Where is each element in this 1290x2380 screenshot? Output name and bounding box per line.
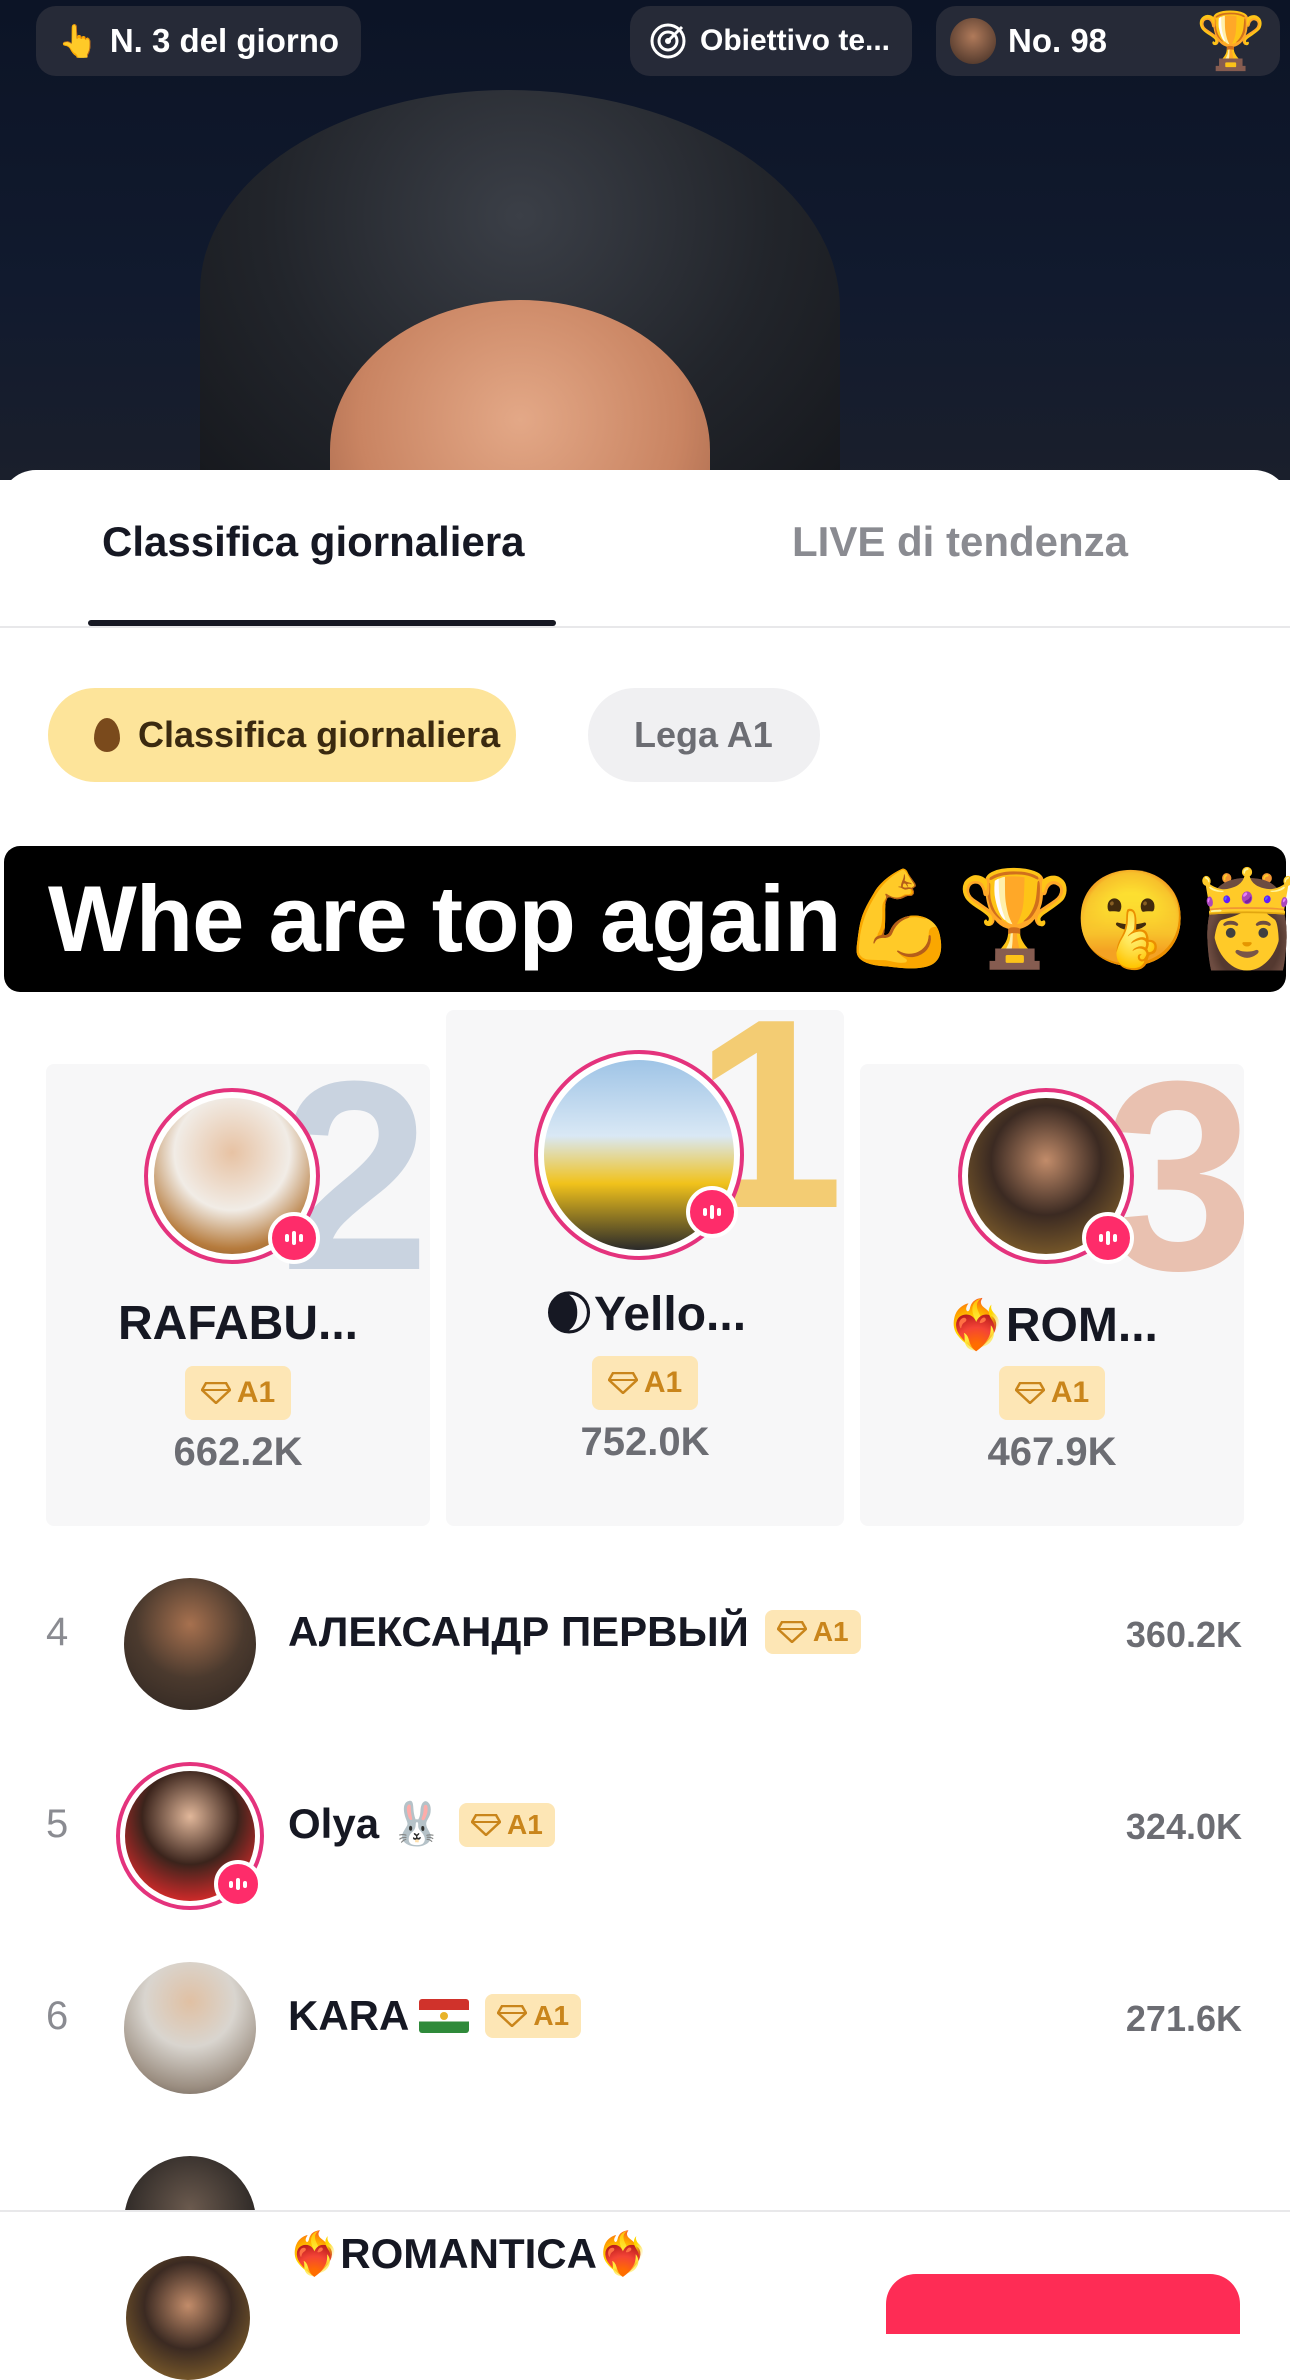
live-indicator-icon	[268, 1212, 320, 1264]
row-name: KARA	[288, 1992, 410, 2039]
podium-card-rank-3[interactable]: 3 ❤️‍🔥ROM... A1 467.9K	[860, 1064, 1244, 1526]
diamond-icon	[497, 2005, 528, 2027]
podium-card-rank-2[interactable]: 2 RAFABU... A1 662.2K	[46, 1064, 430, 1526]
badge-label: A1	[1050, 1376, 1090, 1409]
rank-label: No. 98	[1008, 22, 1108, 59]
filter-daily-ranking[interactable]: Classifica giornaliera	[48, 688, 516, 782]
row-rank: 6	[46, 1994, 69, 2038]
daily-rank-pill[interactable]: 👆 N. 3 del giorno	[36, 6, 362, 76]
podium-name: 🌒Yello...	[543, 1288, 747, 1341]
badge-label: A1	[812, 1616, 849, 1647]
avatar[interactable]	[124, 1962, 256, 2094]
host-mini-avatar	[950, 18, 996, 64]
badge-wrapper: A1	[446, 1356, 844, 1410]
flame-icon: 👆	[58, 23, 98, 59]
trophy-icon: 🏆	[1196, 9, 1266, 72]
list-item[interactable]: 4 АЛЕКСАНДР ПЕРВЫЙ A1 360.2K	[0, 1556, 1290, 1736]
diamond-icon	[607, 1372, 638, 1394]
row-rank: 5	[46, 1802, 69, 1846]
league-badge: A1	[184, 1366, 292, 1420]
tab-trending-live[interactable]: LIVE di tendenza	[792, 518, 1128, 566]
list-item[interactable]: 6 KARA A1 271.6K	[0, 1940, 1290, 2120]
podium-name: ❤️‍🔥ROM...	[946, 1299, 1158, 1352]
row-score: 360.2K	[1125, 1614, 1242, 1655]
podium-name: RAFABU...	[118, 1297, 358, 1350]
goal-label: Obiettivo te...	[700, 24, 891, 57]
badge-label: A1	[533, 2000, 570, 2031]
filter-league-a1[interactable]: Lega A1	[588, 688, 820, 782]
row-name-group: Olya 🐰 A1	[288, 1800, 555, 1849]
badge-label: A1	[507, 1808, 543, 1840]
row-name-group: АЛЕКСАНДР ПЕРВЫЙ A1	[288, 1608, 861, 1656]
diamond-icon	[776, 1621, 807, 1643]
avatar[interactable]	[116, 1762, 264, 1910]
tajikistan-flag-icon	[419, 1999, 470, 2033]
badge-wrapper: A1	[860, 1366, 1244, 1420]
row-name: АЛЕКСАНДР ПЕРВЫЙ	[288, 1608, 749, 1655]
row-rank: 4	[46, 1610, 69, 1654]
list-item[interactable]: 5 Olya 🐰 A1 324.0K	[0, 1748, 1290, 1928]
tab-daily-ranking[interactable]: Classifica giornaliera	[102, 518, 525, 566]
goal-pill[interactable]: Obiettivo te...	[630, 6, 912, 76]
rank-pill[interactable]: No. 98 🏆	[936, 6, 1280, 76]
caption-text: Whe are top again💪🏆🤫👸	[48, 866, 1290, 971]
filter-daily-label: Classifica giornaliera	[138, 714, 501, 755]
avatar[interactable]	[124, 1578, 256, 1710]
badge-wrapper: A1	[46, 1366, 430, 1420]
daily-rank-label: N. 3 del giorno	[109, 22, 340, 59]
league-badge: A1	[998, 1366, 1106, 1420]
row-name: Olya 🐰	[288, 1800, 444, 1847]
row-name-group: KARA A1	[288, 1992, 582, 2040]
podium-score: 662.2K	[173, 1430, 303, 1474]
tab-bar: Classifica giornaliera LIVE di tendenza	[0, 470, 1290, 628]
tab-active-indicator	[88, 620, 556, 626]
live-indicator-icon	[686, 1186, 738, 1238]
action-button[interactable]	[886, 2274, 1240, 2334]
row-score: 324.0K	[1125, 1806, 1242, 1847]
badge-label: A1	[236, 1376, 276, 1409]
diamond-icon	[471, 1813, 502, 1836]
diamond-icon	[200, 1382, 231, 1404]
row-score: 271.6K	[1125, 1998, 1242, 2039]
live-indicator-icon	[214, 1860, 262, 1908]
league-badge: A1	[485, 1994, 582, 2038]
league-badge: A1	[764, 1610, 861, 1654]
live-indicator-icon	[1082, 1212, 1134, 1264]
current-user-name: ❤️‍🔥ROMANTICA❤️‍🔥	[288, 2230, 650, 2277]
league-badge: A1	[591, 1356, 699, 1410]
video-caption: Whe are top again💪🏆🤫👸	[4, 846, 1290, 992]
diamond-icon	[1014, 1382, 1045, 1404]
badge-label: A1	[643, 1366, 683, 1399]
current-user-bar: ❤️‍🔥ROMANTICA❤️‍🔥	[0, 2210, 1290, 2380]
avatar[interactable]	[126, 2256, 250, 2380]
podium-card-rank-1[interactable]: 1 🌒Yello... A1 752.0K	[446, 1010, 844, 1526]
filter-league-label: Lega A1	[634, 714, 773, 755]
league-badge: A1	[459, 1802, 555, 1847]
podium-score: 467.9K	[987, 1430, 1117, 1474]
target-icon	[650, 23, 686, 59]
flame-icon	[94, 718, 120, 752]
podium-score: 752.0K	[580, 1420, 710, 1464]
